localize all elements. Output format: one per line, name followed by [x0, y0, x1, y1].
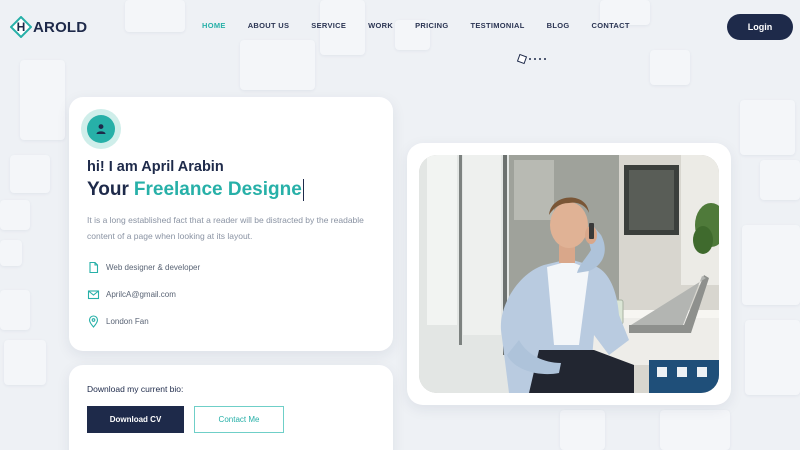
nav-item-service[interactable]: SERVICE [311, 21, 346, 30]
avatar [81, 109, 121, 149]
info-email: AprilcA@gmail.com [87, 288, 176, 301]
document-icon [89, 261, 99, 274]
nav-item-contact[interactable]: CONTACT [592, 21, 630, 30]
nav-item-home[interactable]: HOME [202, 21, 226, 30]
main-nav: HOME ABOUT US SERVICE WORK PRICING TESTI… [202, 21, 652, 30]
role-text: Web designer & developer [106, 263, 201, 272]
bio-label: Download my current bio: [87, 384, 184, 394]
office-photo-illustration [419, 155, 719, 393]
login-button[interactable]: Login [727, 14, 793, 40]
info-location: London Fan [87, 315, 149, 328]
map-pin-icon [88, 315, 99, 328]
email-text[interactable]: AprilcA@gmail.com [106, 290, 176, 299]
decorative-dots [516, 53, 546, 65]
greeting: hi! I am April Arabin [87, 159, 224, 175]
info-role: Web designer & developer [87, 261, 200, 274]
photo-card [407, 143, 731, 405]
download-cv-button[interactable]: Download CV [87, 406, 184, 433]
nav-item-blog[interactable]: BLOG [547, 21, 570, 30]
profile-card: hi! I am April Arabin Your Freelance Des… [69, 97, 393, 351]
logo-mark-icon: H [9, 15, 33, 39]
bio-card: Download my current bio: Download CV Con… [69, 365, 393, 450]
logo-text: AROLD [33, 18, 88, 36]
site-header: H AROLD HOME ABOUT US SERVICE WORK PRICI… [0, 0, 800, 52]
user-icon [96, 124, 106, 134]
typing-caret [302, 179, 305, 201]
headline-prefix: Your [87, 179, 129, 200]
location-text: London Fan [106, 317, 149, 326]
nav-item-work[interactable]: WORK [368, 21, 393, 30]
mail-icon [87, 290, 100, 300]
nav-item-pricing[interactable]: PRICING [415, 21, 448, 30]
logo-letter: H [17, 20, 26, 34]
headline-accent: Freelance Designe [133, 179, 302, 200]
nav-item-testimonial[interactable]: TESTIMONIAL [470, 21, 524, 30]
profile-photo [419, 155, 719, 393]
nav-item-about-us[interactable]: ABOUT US [248, 21, 290, 30]
contact-me-button[interactable]: Contact Me [194, 406, 284, 433]
logo[interactable]: H AROLD [9, 15, 88, 39]
profile-description: It is a long established fact that a rea… [87, 215, 364, 241]
headline: Your Freelance Designe [87, 179, 305, 201]
